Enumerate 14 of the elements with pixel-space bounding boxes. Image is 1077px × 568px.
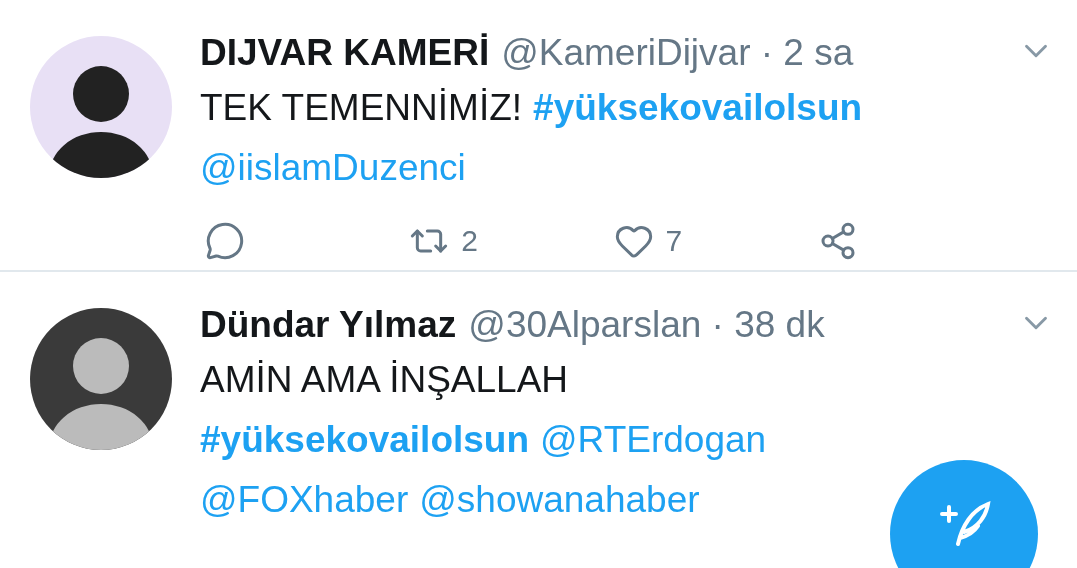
user-name[interactable]: Dündar Yılmaz [200, 304, 457, 346]
tweet-text: AMİN AMA İNŞALLAH [200, 359, 569, 401]
handle-and-time: @KameriDijvar · 2 sa [501, 32, 854, 74]
mention-link[interactable]: @FOXhaber [200, 479, 409, 521]
tweet-text: TEK TEMENNİMİZ! [200, 87, 523, 129]
hashtag-link[interactable]: #yüksekovailolsun [533, 87, 863, 129]
hashtag-link[interactable]: #yüksekovailolsun [200, 419, 530, 461]
mention-link[interactable]: @RTErdogan [540, 419, 767, 461]
handle-and-time: @30Alparslan · 38 dk [468, 304, 825, 346]
action-count: 7 [665, 224, 683, 258]
user-name[interactable]: DIJVAR KAMERİ [200, 32, 490, 74]
mention-link[interactable]: @iislamDuzenci [200, 147, 466, 189]
action-count: 2 [461, 224, 478, 258]
mention-link[interactable]: @showanahaber [419, 479, 700, 521]
